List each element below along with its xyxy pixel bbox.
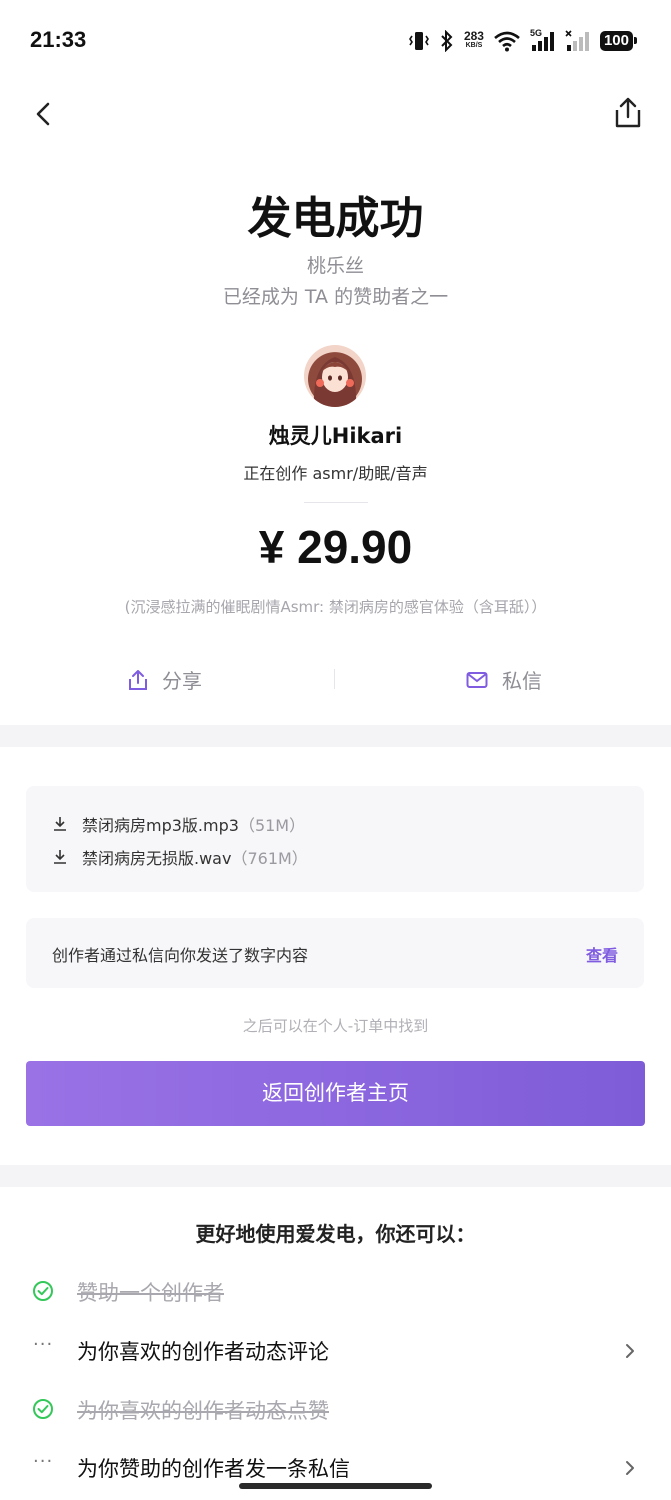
- file-size: （761M）: [231, 849, 308, 868]
- message-label: 私信: [502, 669, 542, 693]
- payment-amount: ¥ 29.90: [258, 521, 413, 573]
- battery-indicator: 100: [599, 31, 638, 51]
- home-indicator[interactable]: [239, 1483, 432, 1489]
- back-to-creator-button[interactable]: 返回创作者主页: [26, 1061, 645, 1126]
- tip-label: 为你喜欢的创作者动态评论: [77, 1340, 329, 1364]
- creator-description: 正在创作 asmr/助眠/音声: [243, 464, 428, 483]
- check-circle-icon: [33, 1281, 53, 1301]
- file-size: （51M）: [238, 816, 306, 835]
- network-speed-unit: KB/S: [465, 42, 483, 49]
- file-name: 禁闭病房无损版.wav: [82, 849, 232, 868]
- action-row: 分享 私信: [0, 655, 671, 705]
- tip-label: 为你喜欢的创作者动态点赞: [77, 1399, 329, 1423]
- product-name: (沉浸感拉满的催眠剧情Asmr: 禁闭病房的感官体验（含耳舐））: [124, 598, 547, 616]
- avatar-illustration: [313, 357, 357, 407]
- tip-item[interactable]: ··· 为你喜欢的创作者动态评论: [32, 1330, 642, 1370]
- status-icons: 283 KB/S 5G 100: [408, 28, 638, 54]
- message-button[interactable]: 私信: [466, 665, 542, 694]
- file-item[interactable]: 禁闭病房mp3版.mp3（51M）: [52, 812, 305, 836]
- tip-item[interactable]: ··· 为你赞助的创作者发一条私信: [32, 1447, 642, 1487]
- creator-avatar[interactable]: [304, 345, 366, 407]
- file-name: 禁闭病房mp3版.mp3: [82, 816, 239, 835]
- chevron-right-icon: [626, 1461, 634, 1475]
- view-button[interactable]: 查看: [586, 942, 618, 966]
- tip-label: 为你赞助的创作者发一条私信: [77, 1457, 350, 1481]
- download-icon: [54, 850, 66, 864]
- creator-name[interactable]: 烛灵儿Hikari: [0, 420, 671, 450]
- status-time: 21:33: [30, 27, 87, 52]
- download-icon: [54, 817, 66, 831]
- tips-title: 更好地使用爱发电，你还可以：: [195, 1222, 476, 1246]
- digital-content-text: 创作者通过私信向你发送了数字内容: [52, 946, 309, 965]
- chevron-left-icon[interactable]: [30, 100, 58, 128]
- chevron-right-icon: [626, 1344, 634, 1358]
- order-hint: 之后可以在个人-订单中找到: [242, 1017, 429, 1035]
- file-item[interactable]: 禁闭病房无损版.wav（761M）: [52, 845, 308, 869]
- file-list: 禁闭病房mp3版.mp3（51M） 禁闭病房无损版.wav（761M）: [26, 786, 644, 892]
- divider: [334, 669, 335, 689]
- tip-label: 赞助一个创作者: [77, 1281, 224, 1305]
- network-speed-value: 283: [463, 29, 484, 43]
- bluetooth-icon: [441, 30, 453, 52]
- share-icon[interactable]: [613, 96, 643, 130]
- network-speed: 283 KB/S: [463, 29, 484, 50]
- tip-item: 为你喜欢的创作者动态点赞: [32, 1389, 642, 1429]
- sponsor-name: 桃乐丝: [306, 255, 364, 277]
- share-icon: [129, 669, 147, 690]
- sponsor-subtitle: 已经成为 TA 的赞助者之一: [222, 286, 449, 308]
- status-bar: 21:33 283 KB/S 5G 100: [0, 0, 671, 80]
- page-title: 发电成功: [247, 193, 424, 244]
- divider: [304, 502, 368, 503]
- share-label: 分享: [162, 669, 202, 693]
- tip-item: 赞助一个创作者: [32, 1271, 642, 1311]
- signal-5g: 5G: [529, 28, 556, 52]
- more-dots-icon: ···: [33, 1451, 54, 1472]
- more-dots-icon: ···: [33, 1334, 54, 1355]
- wifi-icon: [494, 31, 520, 52]
- mail-icon: [466, 671, 488, 688]
- share-button[interactable]: 分享: [128, 665, 202, 694]
- digital-content-notice: 创作者通过私信向你发送了数字内容 查看: [26, 918, 644, 988]
- check-circle-icon: [33, 1399, 53, 1419]
- network-type-label: 5G: [529, 28, 542, 38]
- vibrate-icon: [408, 32, 429, 50]
- signal-no-service-icon: [565, 30, 589, 51]
